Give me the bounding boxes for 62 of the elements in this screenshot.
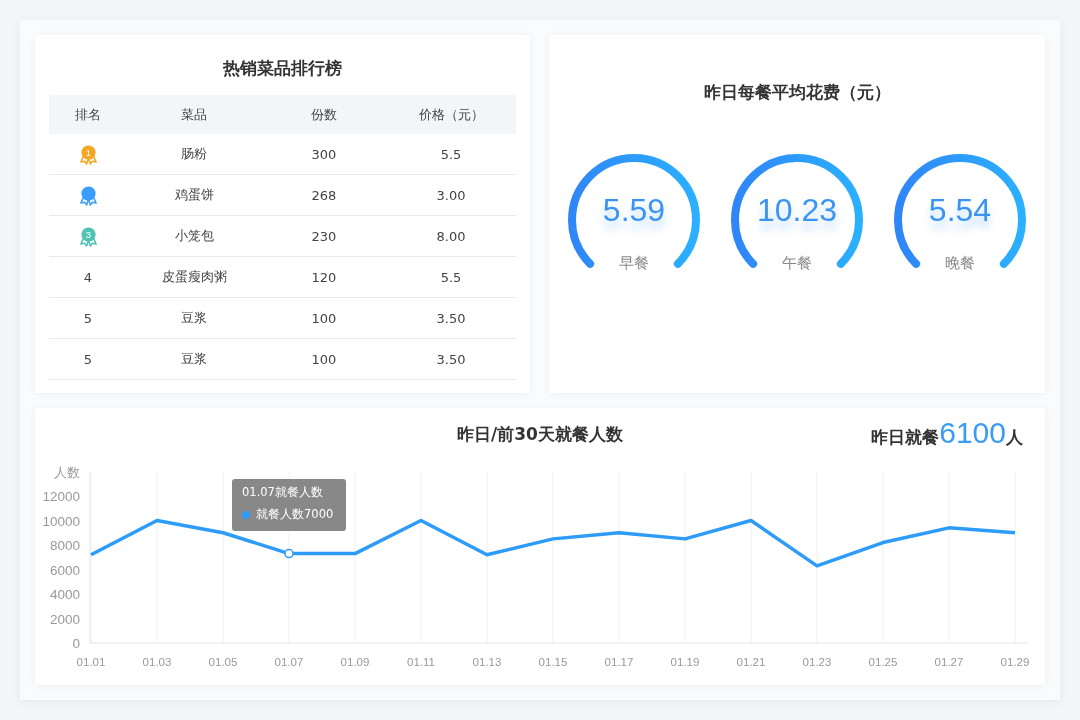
axis-tick-label: 01.25 — [868, 656, 898, 668]
tooltip-title: 01.07就餐人数 — [242, 485, 324, 500]
axis-tick-label: 01.01 — [76, 656, 106, 668]
axis-tick-label: 2000 — [49, 611, 80, 627]
axis-label: 人数 — [54, 464, 80, 480]
table-cell: 120 — [311, 269, 337, 285]
table-cell: 8.00 — [436, 228, 466, 244]
axis-tick-label: 01.13 — [472, 656, 502, 668]
table-cell: 268 — [311, 187, 337, 203]
axis-tick-label: 01.11 — [407, 656, 435, 668]
gauge-label: 晚餐 — [945, 254, 975, 273]
axis-tick-label: 4000 — [49, 587, 80, 602]
table-cell: 3.50 — [436, 310, 466, 326]
axis-tick-label: 01.27 — [934, 656, 964, 668]
table-cell: 5 — [83, 310, 93, 326]
table-cell: 肠粉 — [181, 145, 207, 163]
gauge-value: 10.23 — [756, 192, 838, 229]
gauge-label: 早餐 — [619, 254, 649, 273]
table-cell: 3.50 — [436, 351, 466, 367]
table-cell: 3.00 — [436, 187, 466, 203]
table-cell: 100 — [311, 351, 337, 367]
axis-tick-label: 01.09 — [340, 656, 370, 668]
table-cell: 300 — [311, 146, 337, 162]
table-cell: 豆浆 — [181, 350, 207, 368]
tooltip-value: 就餐人数7000 — [256, 507, 334, 522]
axis-tick-label: 01.19 — [670, 656, 700, 668]
axis-tick-label: 01.03 — [142, 656, 172, 668]
column-header: 价格（元） — [418, 105, 484, 124]
axis-tick-label: 01.23 — [802, 656, 832, 668]
column-header: 份数 — [311, 105, 337, 124]
panel-title: 昨日每餐平均花费（元） — [702, 81, 892, 104]
table-cell: 小笼包 — [174, 227, 214, 245]
axis-tick-label: 01.07 — [274, 656, 304, 668]
axis-tick-label: 6000 — [49, 562, 80, 578]
axis-tick-label: 01.15 — [538, 656, 568, 668]
table-cell: 4 — [83, 269, 93, 285]
table-cell: 5 — [83, 351, 93, 367]
column-header: 菜品 — [181, 105, 207, 124]
column-header: 排名 — [75, 105, 101, 124]
yesterday-diners-total: 昨日就餐6100人 — [871, 416, 1023, 450]
panel-title: 昨日/前30天就餐人数 — [457, 423, 623, 446]
table-cell: 5.5 — [440, 146, 462, 162]
table-cell: 230 — [311, 228, 337, 244]
axis-tick-label: 01.05 — [208, 656, 238, 668]
gauge-value: 5.54 — [928, 192, 992, 229]
gauge-value: 5.59 — [602, 192, 666, 229]
axis-tick-label: 01.17 — [604, 656, 634, 668]
panel-title: 热销菜品排行榜 — [222, 57, 343, 80]
table-cell: 皮蛋瘦肉粥 — [161, 268, 227, 286]
axis-tick-label: 8000 — [49, 538, 80, 553]
axis-tick-label: 0 — [72, 636, 80, 651]
axis-tick-label: 10000 — [42, 513, 80, 529]
axis-tick-label: 12000 — [42, 489, 80, 504]
legend-marker — [242, 510, 250, 519]
hover-point — [284, 548, 294, 559]
axis-tick-label: 01.21 — [736, 656, 766, 668]
table-cell: 5.5 — [440, 269, 462, 285]
gauge-label: 午餐 — [782, 254, 812, 273]
table-cell: 豆浆 — [181, 309, 207, 327]
table-cell: 鸡蛋饼 — [174, 186, 214, 204]
axis-tick-label: 01.29 — [1000, 656, 1030, 668]
table-cell: 100 — [311, 310, 337, 326]
